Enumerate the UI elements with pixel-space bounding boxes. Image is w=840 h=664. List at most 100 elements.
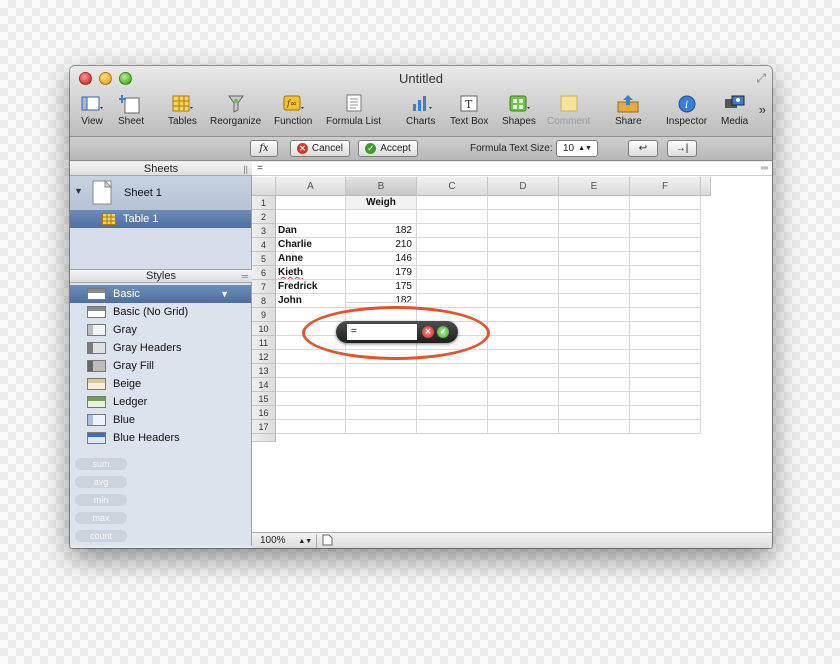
row-header[interactable]: 14 [252,378,276,392]
grid-cell[interactable] [488,266,559,280]
toolbar-media-button[interactable]: Media [721,94,748,127]
grid-cell[interactable] [559,294,630,308]
row-header[interactable]: 1 [252,196,276,210]
sheet-item-sheet-1[interactable]: ▼ Sheet 1 [70,176,251,210]
row-header[interactable]: 17 [252,420,276,434]
pane-resize-icon[interactable]: ═ [242,270,248,283]
toolbar-comment-button[interactable]: Comment [547,94,590,127]
style-item-gray-headers[interactable]: Gray Headers [70,339,251,357]
grid-cell[interactable] [630,420,701,434]
toolbar-shapes-button[interactable]: Shapes [502,94,536,127]
grid-cell[interactable] [488,280,559,294]
value-cell[interactable]: 146 [346,252,417,266]
row-header[interactable]: 7 [252,280,276,294]
page-view-icon[interactable] [316,534,333,548]
grid-cell[interactable] [417,196,488,210]
grid-cell[interactable] [417,392,488,406]
grid-cell[interactable] [630,266,701,280]
style-item-ledger[interactable]: Ledger [70,393,251,411]
grid-cell[interactable] [488,322,559,336]
table-select-corner[interactable] [252,177,276,196]
column-header-f[interactable]: F [630,177,701,196]
grid-cell[interactable] [488,224,559,238]
grid-cell[interactable] [559,210,630,224]
grid-cell[interactable] [630,364,701,378]
value-cell[interactable]: 182 [346,294,417,303]
grid-cell[interactable] [559,420,630,434]
grid-cell[interactable] [488,238,559,252]
formula-editor[interactable]: = ═ [252,162,772,176]
grid-cell[interactable] [417,378,488,392]
column-header-b[interactable]: B [346,177,417,196]
grid-cell[interactable] [346,392,417,406]
grid-cell[interactable] [630,294,701,308]
row-header[interactable]: 5 [252,252,276,266]
toolbar-reorganize-button[interactable]: Reorganize [210,94,261,127]
style-item-gray-fill[interactable]: Gray Fill [70,357,251,375]
fx-button[interactable]: fx [250,140,278,157]
grid-cell[interactable] [630,280,701,294]
toolbar-text-box-button[interactable]: T Text Box [450,94,488,127]
grid-cell[interactable] [488,252,559,266]
grid-cell[interactable] [630,378,701,392]
grid-cell[interactable] [276,364,346,378]
grid-cell[interactable] [488,364,559,378]
style-item-gray[interactable]: Gray [70,321,251,339]
row-header[interactable]: 13 [252,364,276,378]
name-cell[interactable]: Kieth [276,266,346,280]
grid-cell[interactable] [488,350,559,364]
grid-cell[interactable] [346,406,417,420]
grid-cell[interactable] [630,350,701,364]
row-header[interactable]: 10 [252,322,276,336]
toolbar-tables-button[interactable]: Tables [168,94,197,127]
grid-cell[interactable] [346,364,417,378]
name-cell[interactable]: Fredrick [276,280,346,294]
style-item-basic[interactable]: Basic ▼ [70,285,251,303]
grid-cell[interactable] [417,266,488,280]
row-header[interactable]: 8 [252,294,276,308]
grid-cell[interactable] [488,294,559,308]
grid-cell[interactable] [488,420,559,434]
add-row-handle[interactable] [252,434,276,442]
grid-cell[interactable] [276,210,346,224]
disclosure-triangle-icon[interactable]: ▼ [74,186,83,196]
grid-cell[interactable] [488,336,559,350]
return-button[interactable]: ↩ [628,140,658,157]
grid-cell[interactable] [346,420,417,434]
style-menu-arrow-icon[interactable]: ▼ [220,289,229,299]
row-header[interactable]: 2 [252,210,276,224]
column-header-c[interactable]: C [417,177,488,196]
grid-cell[interactable] [630,224,701,238]
column-header-d[interactable]: D [488,177,559,196]
row-header[interactable]: 12 [252,350,276,364]
row-header[interactable]: 15 [252,392,276,406]
name-cell[interactable]: John [276,294,346,308]
grid-cell[interactable] [559,350,630,364]
toolbar-charts-button[interactable]: Charts [406,94,435,127]
grid-cell[interactable] [630,336,701,350]
name-cell[interactable]: Anne [276,252,346,266]
value-cell[interactable]: 210 [346,238,417,252]
grid-cell[interactable] [559,280,630,294]
pane-divider-icon[interactable]: || [243,162,248,176]
grid-cell[interactable] [559,322,630,336]
grid-cell[interactable] [417,210,488,224]
fullscreen-icon[interactable]: ⤢ [756,71,766,86]
sheet-canvas[interactable]: = ═ A B C D E F 1 2 3 4 5 6 7 8 9 10 11 … [252,162,772,546]
style-item-blue-headers[interactable]: Blue Headers [70,429,251,447]
grid-cell[interactable] [630,406,701,420]
grid-cell[interactable] [559,196,630,210]
value-cell[interactable]: 179 [346,266,417,280]
grid-cell[interactable] [276,378,346,392]
grid-cell[interactable] [488,210,559,224]
grid-cell[interactable] [488,406,559,420]
grid-cell[interactable] [630,252,701,266]
grid-cell[interactable] [346,378,417,392]
grid-cell[interactable] [488,392,559,406]
header-cell-b1[interactable]: Weigh [346,196,417,210]
row-header[interactable]: 11 [252,336,276,350]
grid-cell[interactable] [559,224,630,238]
grid-cell[interactable] [417,224,488,238]
zoom-select[interactable]: 100% ▲▼ [260,535,312,546]
style-item-blue[interactable]: Blue [70,411,251,429]
